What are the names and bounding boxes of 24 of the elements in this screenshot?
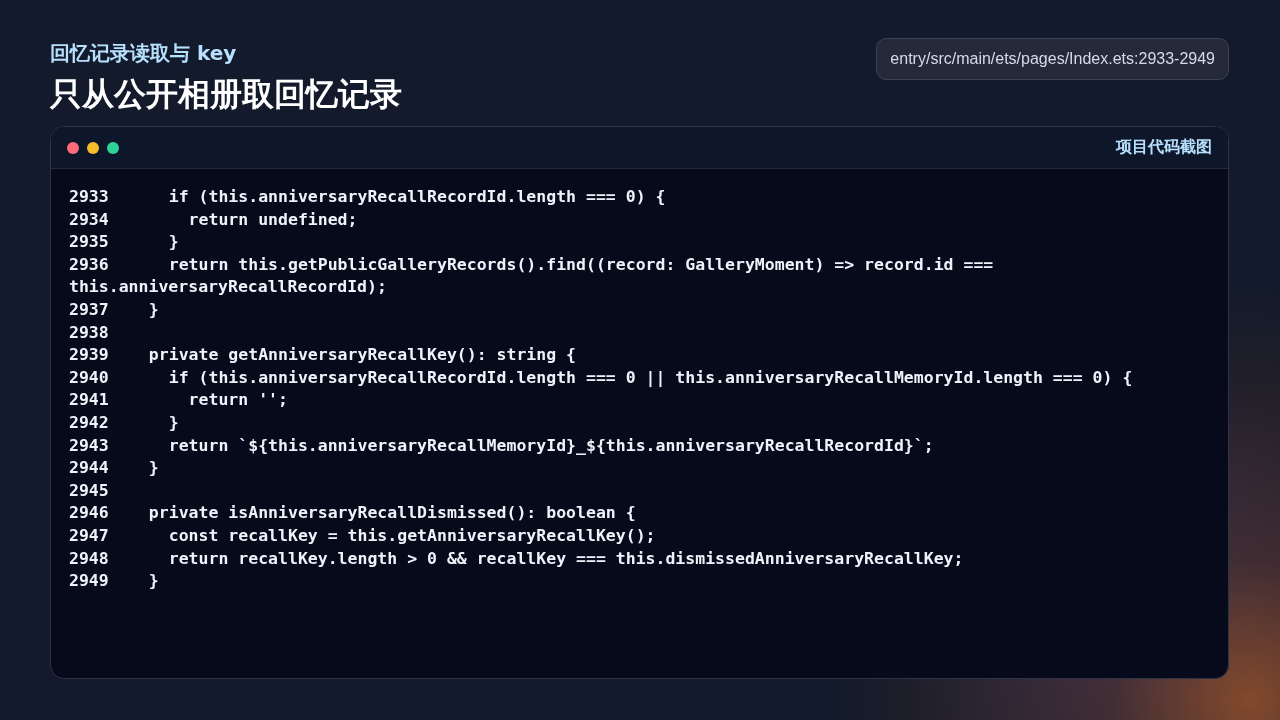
code-line: 2933 if (this.anniversaryRecallRecordId.length === 0) { [69,186,667,208]
code-line: 2934 return undefined; [69,208,359,231]
code-line: 2949 } [69,570,160,593]
code-line: 2939 private getAnniversaryRecallKey(): string { [69,344,578,367]
subtitle: 回忆记录读取与 key [50,40,238,67]
code-line: 2948 return recallKey.length > 0 && recallKey === this.dismissedAnniversaryRecallKey; [69,547,965,570]
code-line: 2940 if (this.anniversaryRecallRecordId.length === 0 || this.anniversaryRecallMemoryId.length === 0) { [69,366,1134,389]
page-title: 只从公开相册取回忆记录 [50,74,402,115]
window-dot-icon [87,141,99,154]
code-line: 2936 return this.getPublicGalleryRecords().find((record: GalleryMoment) => record.id === this.anniversaryRecallRecordId); [69,253,995,299]
window-dot-icon [67,141,79,154]
code-line: 2943 return `${this.anniversaryRecallMemoryId}_${this.anniversaryRecallRecordId}`; [69,434,935,457]
code-line: 2935 } [69,231,180,254]
code-line: 2941 return ''; [69,389,289,412]
code-line: 2942 } [69,411,180,434]
window-label: 项目代码截图 [1116,137,1212,158]
code-line: 2947 const recallKey = this.getAnniversaryRecallKey(); [69,524,657,547]
code-line: 2946 private isAnniversaryRecallDismissed(): boolean { [69,502,637,525]
window-dot-icon [107,141,119,154]
line-number: 2945 [69,479,110,502]
file-path-badge: entry/src/main/ets/pages/Index.ets:2933-2949 [876,38,1229,80]
line-number: 2938 [69,321,110,344]
code-line: 2944 } [69,457,160,480]
code-line: 2937 } [69,298,160,321]
